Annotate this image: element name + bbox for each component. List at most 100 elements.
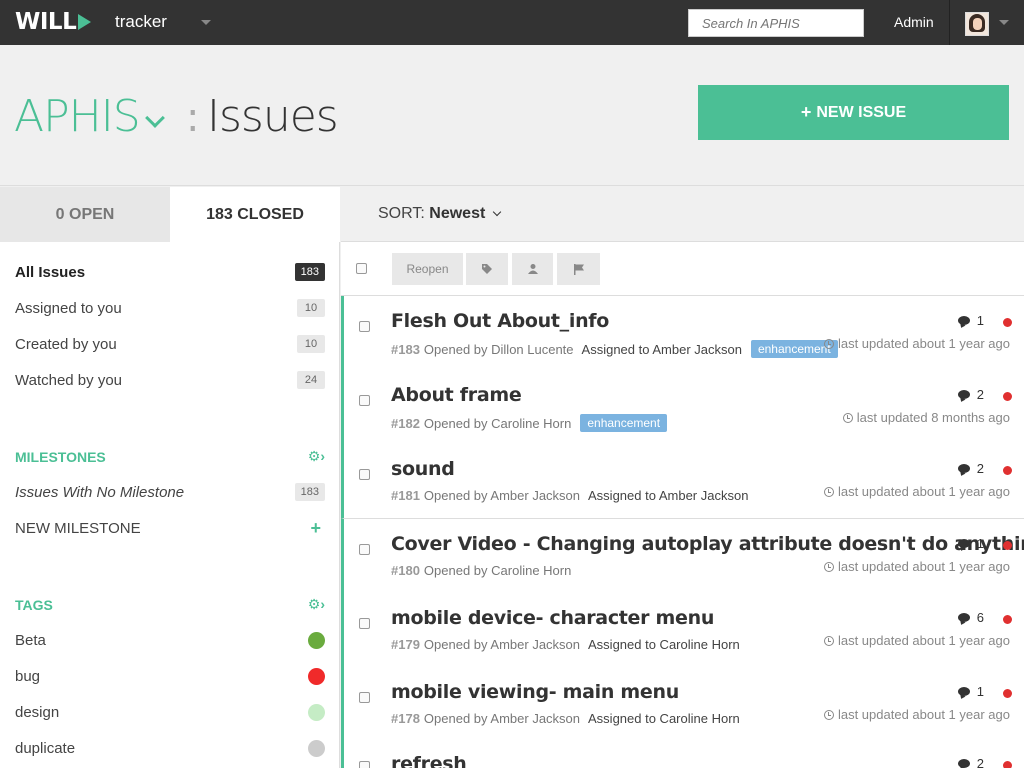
new-milestone-item[interactable]: NEW MILESTONE + — [15, 516, 325, 540]
last-updated-text: last updated about 1 year ago — [837, 559, 1010, 574]
comment-count: 1 — [957, 313, 984, 328]
tag-button[interactable] — [466, 253, 508, 285]
milestone-label: Issues With No Milestone — [15, 483, 185, 501]
issue-meta: #179 Opened by Amber Jackson Assigned to… — [391, 637, 740, 652]
issue-label-badge[interactable]: enhancement — [580, 414, 668, 432]
chevron-down-icon[interactable] — [145, 108, 165, 128]
status-dot — [1003, 689, 1012, 698]
issue-title[interactable]: mobile device- character menu — [391, 607, 714, 629]
new-milestone-label: NEW MILESTONE — [15, 519, 141, 537]
project-name[interactable]: APHIS — [14, 91, 141, 142]
issue-opened-by: Opened by Caroline Horn — [423, 415, 572, 431]
milestones-title: MILESTONES — [15, 448, 106, 465]
issue-row[interactable]: Cover Video - Changing autoplay attribut… — [341, 519, 1024, 594]
user-menu-caret-icon[interactable] — [999, 20, 1009, 25]
tag-item[interactable]: bug — [15, 664, 325, 688]
issue-row[interactable]: sound #181 Opened by Amber Jackson Assig… — [341, 444, 1024, 519]
clock-icon — [823, 561, 834, 572]
user-icon — [527, 264, 538, 274]
issue-title[interactable]: Cover Video - Changing autoplay attribut… — [391, 533, 1024, 555]
last-updated-text: last updated about 1 year ago — [837, 484, 1010, 499]
tab-open[interactable]: 0 OPEN — [0, 187, 170, 242]
tag-color-dot — [308, 703, 325, 721]
tab-closed[interactable]: 183 CLOSED — [170, 187, 340, 242]
issue-checkbox[interactable] — [359, 692, 370, 703]
filter-count: 24 — [297, 371, 325, 389]
comment-icon — [957, 539, 970, 548]
issue-checkbox[interactable] — [359, 761, 370, 768]
filter-assigned-to-you[interactable]: Assigned to you 10 — [15, 296, 325, 320]
select-all-checkbox[interactable] — [356, 263, 367, 274]
milestone-count: 183 — [294, 483, 325, 501]
comment-count: 2 — [957, 387, 984, 402]
clock-icon — [823, 635, 834, 646]
status-dot — [1003, 541, 1012, 550]
issue-checkbox[interactable] — [359, 618, 370, 629]
last-updated-text: last updated about 1 year ago — [837, 336, 1010, 351]
app-switcher-caret-icon[interactable] — [201, 20, 211, 25]
issue-row[interactable]: Flesh Out About_info #183 Opened by Dill… — [341, 296, 1024, 371]
tags-settings-icon[interactable]: ⚙› — [308, 596, 325, 613]
filter-label: All Issues — [15, 263, 86, 281]
app-name: tracker — [115, 12, 167, 31]
status-dot — [1003, 761, 1012, 768]
issue-title[interactable]: mobile viewing- main menu — [391, 681, 679, 703]
logo-play-icon — [78, 14, 92, 30]
reopen-button[interactable]: Reopen — [392, 253, 463, 285]
sort-dropdown[interactable]: SORT: Newest — [378, 205, 502, 223]
top-bar: WILL tracker Admin — [0, 0, 1024, 45]
issue-row[interactable]: refresh 2 — [341, 741, 1024, 768]
sidebar: 0 OPEN 183 CLOSED All Issues 183 Assigne… — [0, 187, 340, 768]
search-input[interactable] — [688, 9, 864, 37]
issue-title[interactable]: sound — [391, 458, 455, 480]
issue-opened-by: Opened by Caroline Horn — [423, 563, 572, 578]
clock-icon — [842, 412, 853, 423]
add-milestone-icon[interactable]: + — [310, 518, 321, 539]
tags-heading: TAGS ⚙› — [15, 596, 325, 613]
tag-color-dot — [308, 739, 325, 757]
logo[interactable]: WILL — [15, 9, 92, 35]
comment-count: 6 — [957, 610, 984, 625]
comment-count-value: 2 — [976, 461, 984, 476]
filter-label: Watched by you — [15, 371, 122, 389]
comment-count-value: 1 — [976, 536, 984, 551]
status-dot — [1003, 318, 1012, 327]
issue-row[interactable]: mobile viewing- main menu #178 Opened by… — [341, 667, 1024, 742]
logo-text: WILL — [15, 9, 77, 35]
issue-title[interactable]: refresh — [391, 753, 467, 768]
filter-watched-by-you[interactable]: Watched by you 24 — [15, 368, 325, 392]
issue-checkbox[interactable] — [359, 321, 370, 332]
flag-icon — [573, 264, 584, 275]
issue-title[interactable]: Flesh Out About_info — [391, 310, 609, 332]
tag-item[interactable]: duplicate — [15, 736, 325, 760]
milestone-button[interactable] — [557, 253, 600, 285]
avatar[interactable] — [965, 12, 989, 36]
last-updated-text: last updated about 1 year ago — [837, 633, 1010, 648]
tag-color-dot — [308, 631, 325, 649]
issue-checkbox[interactable] — [359, 469, 370, 480]
filter-created-by-you[interactable]: Created by you 10 — [15, 332, 325, 356]
milestones-settings-icon[interactable]: ⚙› — [308, 448, 325, 465]
milestone-none[interactable]: Issues With No Milestone 183 — [15, 480, 325, 504]
issue-assignee: Assigned to Amber Jackson — [581, 341, 742, 357]
issue-meta: #180 Opened by Caroline Horn — [391, 563, 571, 578]
tag-item[interactable]: design — [15, 700, 325, 724]
issue-row[interactable]: About frame #182 Opened by Caroline Horn… — [341, 370, 1024, 445]
comment-count-value: 2 — [976, 387, 984, 402]
tag-item[interactable]: Beta — [15, 628, 325, 652]
issue-checkbox[interactable] — [359, 395, 370, 406]
tag-color-dot — [308, 667, 325, 685]
comment-count-value: 1 — [976, 684, 984, 699]
new-issue-button[interactable]: + NEW ISSUE — [698, 85, 1009, 140]
issue-row[interactable]: mobile device- character menu #179 Opene… — [341, 593, 1024, 668]
admin-link[interactable]: Admin — [894, 14, 934, 30]
comment-count: 2 — [957, 756, 984, 768]
comment-count: 1 — [957, 536, 984, 551]
issue-checkbox[interactable] — [359, 544, 370, 555]
issue-title[interactable]: About frame — [391, 384, 522, 406]
assign-button[interactable] — [512, 253, 553, 285]
filter-all-issues[interactable]: All Issues 183 — [15, 260, 325, 284]
tag-label: design — [15, 703, 60, 721]
comment-count-value: 2 — [976, 756, 984, 768]
issue-opened-by: Opened by Amber Jackson — [423, 711, 581, 726]
